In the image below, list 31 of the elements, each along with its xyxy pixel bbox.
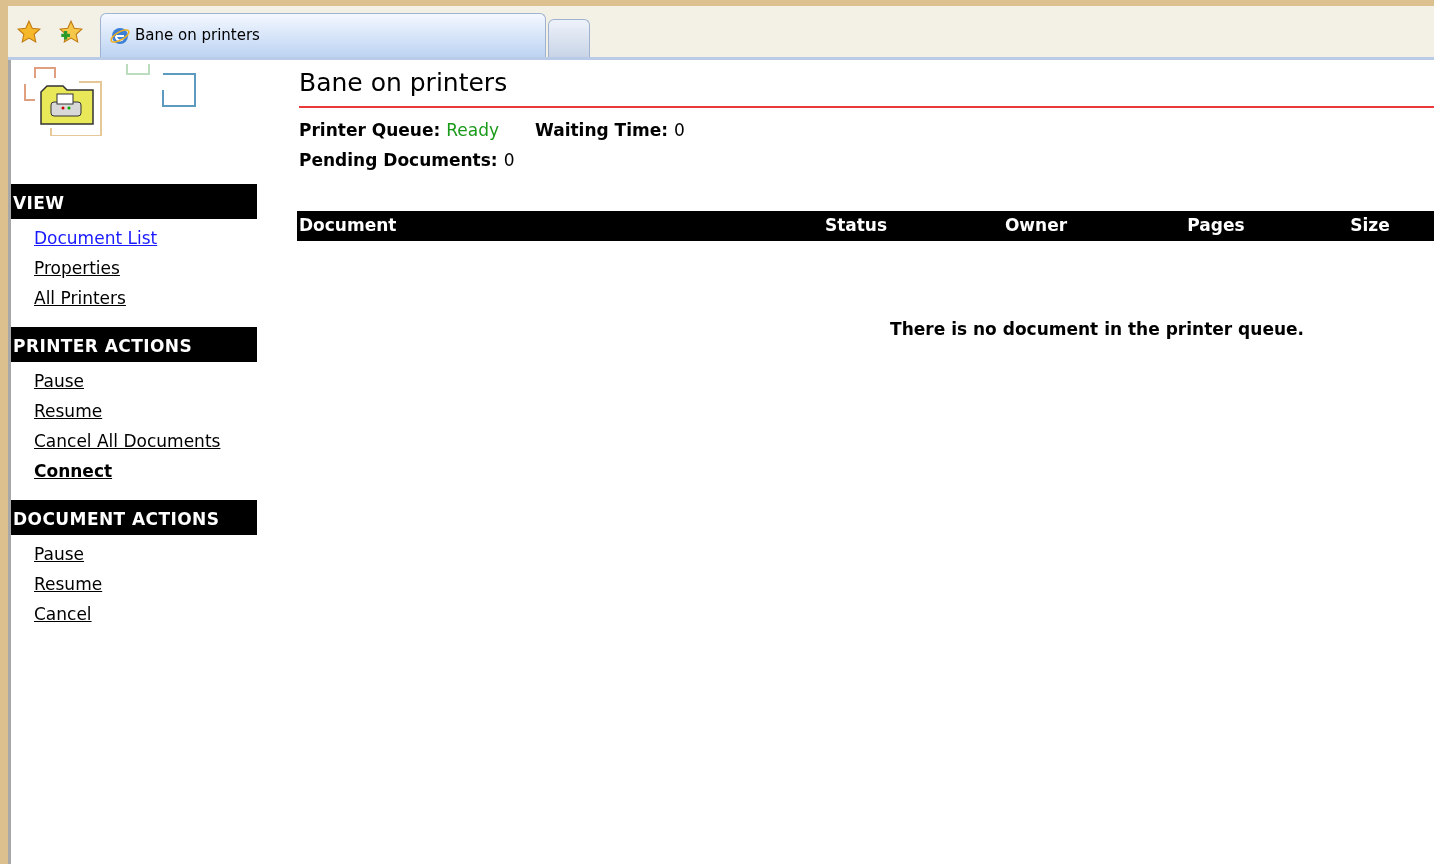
status-label: Printer Queue: bbox=[299, 119, 441, 142]
sidebar-link[interactable]: Pause bbox=[34, 543, 84, 565]
status-value: 0 bbox=[503, 148, 515, 172]
page-title: Bane on printers bbox=[299, 66, 1434, 108]
status-label: Pending Documents: bbox=[299, 148, 498, 172]
column-header: Size bbox=[1349, 214, 1391, 238]
sidebar-link[interactable]: Document List bbox=[34, 227, 158, 249]
browser-tab[interactable] bbox=[548, 19, 590, 57]
section-header: PRINTER ACTIONS bbox=[11, 327, 257, 362]
browser-tab[interactable]: Bane on printers bbox=[100, 13, 546, 57]
sidebar-link[interactable]: Cancel bbox=[34, 603, 92, 625]
empty-message: There is no document in the printer queue. bbox=[890, 318, 1304, 341]
status-value: 0 bbox=[674, 119, 685, 142]
tab-title: Bane on printers bbox=[135, 25, 260, 47]
sidebar-link[interactable]: Pause bbox=[34, 370, 84, 392]
section-header: VIEW bbox=[11, 184, 257, 219]
status-value: Ready bbox=[446, 119, 500, 142]
column-header: Pages bbox=[1186, 214, 1246, 238]
status-label: Waiting Time: bbox=[535, 119, 669, 142]
column-header: Owner bbox=[1003, 214, 1069, 238]
sidebar-link[interactable]: Resume bbox=[34, 573, 103, 595]
sidebar-link[interactable]: Connect bbox=[34, 460, 113, 482]
sidebar-link[interactable]: Cancel All Documents bbox=[34, 430, 221, 452]
column-header: Status bbox=[823, 214, 889, 238]
column-header: Document bbox=[298, 214, 398, 238]
star-plus-icon[interactable] bbox=[58, 18, 84, 45]
sidebar-link[interactable]: All Printers bbox=[34, 287, 126, 309]
sidebar-link[interactable]: Properties bbox=[34, 257, 120, 279]
star-icon[interactable] bbox=[16, 18, 42, 45]
sidebar-link[interactable]: Resume bbox=[34, 400, 103, 422]
section-header: DOCUMENT ACTIONS bbox=[11, 500, 257, 535]
